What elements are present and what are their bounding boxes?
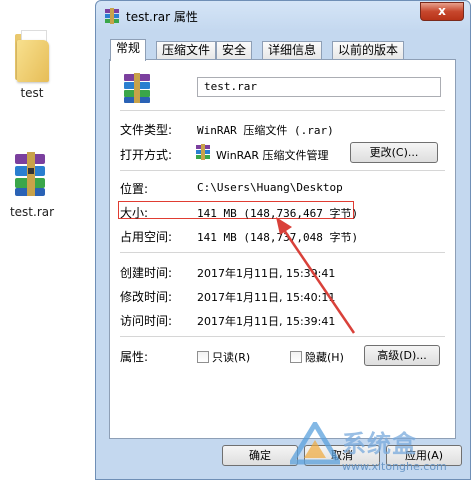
properties-window: test.rar 属性 x 常规 压缩文件 安全 详细信息 以前的版本 test…: [95, 0, 471, 480]
open-with-label: 打开方式:: [120, 148, 173, 162]
hidden-label: 隐藏(H): [305, 351, 344, 364]
checkbox-box[interactable]: [197, 351, 209, 363]
divider: [120, 110, 445, 111]
ok-button[interactable]: 确定: [222, 445, 298, 466]
close-button[interactable]: x: [420, 2, 464, 21]
window-title: test.rar 属性: [126, 10, 198, 24]
watermark-text: 系统盒: [342, 430, 417, 458]
tab-strip: 常规 压缩文件 安全 详细信息 以前的版本: [110, 39, 455, 61]
created-label: 创建时间:: [120, 266, 173, 280]
advanced-button[interactable]: 高级(D)...: [364, 345, 440, 366]
desktop-file-test-rar[interactable]: test.rar: [2, 150, 62, 219]
winrar-icon: [105, 8, 119, 24]
winrar-archive-icon: [15, 152, 45, 196]
tab-general[interactable]: 常规: [110, 39, 147, 61]
winrar-archive-icon: [124, 73, 150, 103]
attributes-label: 属性:: [120, 350, 149, 364]
tab-archive[interactable]: 压缩文件: [156, 41, 217, 60]
annotation-arrow: [276, 217, 356, 334]
hidden-checkbox[interactable]: 隐藏(H): [290, 349, 344, 365]
readonly-label: 只读(R): [212, 351, 251, 364]
divider: [120, 170, 445, 171]
open-with-value: WinRAR 压缩文件管理: [216, 149, 329, 162]
change-button[interactable]: 更改(C)...: [350, 142, 438, 163]
watermark-url: www.xitonghe.com: [342, 460, 447, 473]
watermark: 系统盒 www.xitonghe.com: [290, 420, 470, 480]
winrar-icon: [196, 144, 210, 160]
desktop-item-label: test: [20, 86, 44, 100]
checkbox-box[interactable]: [290, 351, 302, 363]
tab-previous-versions[interactable]: 以前的版本: [332, 41, 405, 60]
desktop-item-label: test.rar: [9, 205, 55, 219]
location-value: C:\Users\Huang\Desktop: [197, 181, 343, 194]
desktop-folder-test[interactable]: test: [2, 30, 62, 100]
file-name-input[interactable]: test.rar: [197, 77, 441, 97]
size-on-disk-label: 占用空间:: [120, 230, 173, 244]
folder-icon: [13, 30, 51, 82]
size-label: 大小:: [120, 206, 149, 220]
title-bar[interactable]: test.rar 属性 x: [96, 1, 470, 31]
location-label: 位置:: [120, 182, 149, 196]
readonly-checkbox[interactable]: 只读(R): [197, 349, 250, 365]
file-type-label: 文件类型:: [120, 123, 173, 137]
tab-details[interactable]: 详细信息: [262, 41, 323, 60]
modified-label: 修改时间:: [120, 290, 173, 304]
tab-security[interactable]: 安全: [216, 41, 253, 60]
watermark-logo-icon: [290, 422, 340, 465]
file-type-value: WinRAR 压缩文件 (.rar): [197, 124, 334, 137]
accessed-label: 访问时间:: [120, 314, 173, 328]
